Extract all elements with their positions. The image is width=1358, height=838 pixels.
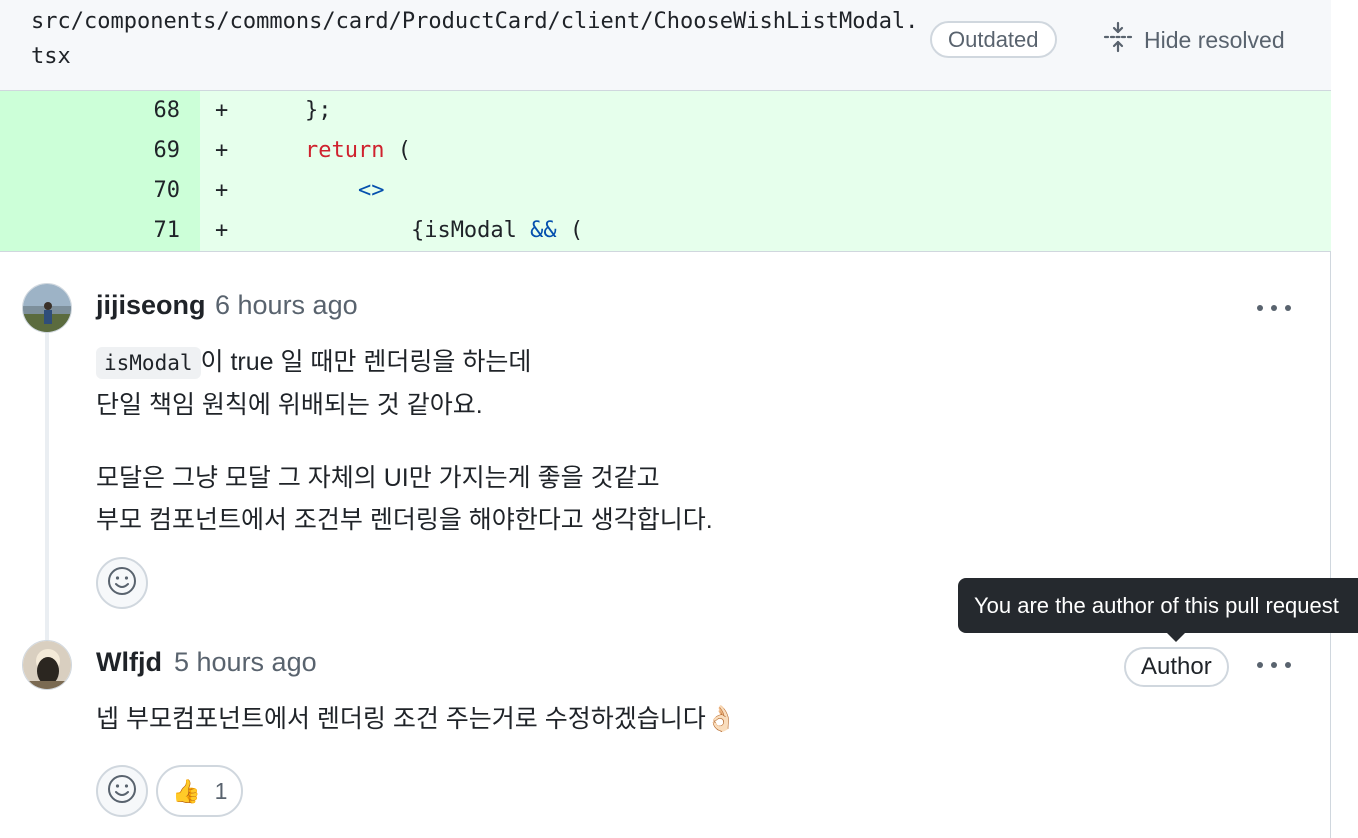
- reaction-count: 1: [214, 777, 228, 804]
- comment-timestamp[interactable]: 5 hours ago: [174, 647, 317, 678]
- code-line: + <>: [200, 171, 1331, 211]
- code-line: + {isModal && (: [200, 211, 1331, 251]
- comment-author[interactable]: jijiseong: [96, 290, 206, 321]
- line-number[interactable]: 71: [0, 211, 200, 251]
- diff-sign: +: [215, 98, 229, 123]
- code-text: {isModal: [410, 218, 531, 243]
- comment-author[interactable]: Wlfjd: [96, 647, 162, 678]
- line-number[interactable]: 70: [0, 171, 200, 211]
- diff-line: 68 + };: [0, 91, 1331, 131]
- thumbs-up-icon: 👍: [172, 777, 201, 804]
- thumbs-up-reaction[interactable]: 👍 1: [156, 765, 244, 817]
- diff-line: 71 + {isModal && (: [0, 211, 1331, 251]
- diff-sign: +: [215, 218, 229, 243]
- code-text: };: [304, 98, 332, 123]
- add-reaction-button[interactable]: [96, 557, 148, 609]
- comment-body: isModal 이 true 일 때만 렌더링을 하는데 단일 책임 원칙에 위배…: [96, 341, 713, 541]
- line-number[interactable]: 69: [0, 131, 200, 171]
- comment-paragraph: isModal 이 true 일 때만 렌더링을 하는데: [96, 341, 713, 384]
- author-tooltip: You are the author of this pull request: [958, 578, 1358, 633]
- code-keyword: return: [304, 138, 385, 163]
- comment-text: 단일 책임 원칙에 위배되는 것 같아요.: [96, 391, 483, 419]
- comment-text: 이 true 일 때만 렌더링을 하는데: [200, 348, 532, 376]
- code-text: (: [556, 218, 584, 243]
- code-line: + };: [200, 91, 1331, 131]
- diff-line: 69 + return (: [0, 131, 1331, 171]
- diff-hunk: 68 + }; 69 + return ( 70 + <> 71 + {isMo…: [0, 91, 1331, 252]
- diff-sign: +: [215, 138, 229, 163]
- avatar[interactable]: [22, 640, 72, 690]
- avatar[interactable]: [22, 283, 72, 333]
- diff-line: 70 + <>: [0, 171, 1331, 211]
- review-thread-panel: src/components/commons/card/ProductCard/…: [0, 0, 1331, 838]
- code-text: (: [384, 138, 411, 163]
- code-operator: <>: [357, 178, 385, 203]
- comment-timestamp[interactable]: 6 hours ago: [215, 290, 358, 321]
- kebab-horizontal-icon[interactable]: [1254, 293, 1294, 323]
- outdated-badge: Outdated: [930, 21, 1057, 58]
- file-header: src/components/commons/card/ProductCard/…: [0, 0, 1331, 91]
- inline-code: isModal: [96, 347, 201, 379]
- comment-text: 모달은 그냥 모달 그 자체의 UI만 가지는게 좋을 것같고: [96, 464, 660, 492]
- comment-text: 넵 부모컴포넌트에서 렌더링 조건 주는거로 수정하겠습니다👌🏻: [96, 705, 737, 733]
- kebab-horizontal-icon[interactable]: [1254, 650, 1294, 680]
- code-operator: &&: [530, 218, 557, 243]
- tooltip-arrow: [1166, 632, 1186, 642]
- comment-body: 넵 부모컴포넌트에서 렌더링 조건 주는거로 수정하겠습니다👌🏻: [96, 698, 737, 740]
- file-path[interactable]: src/components/commons/card/ProductCard/…: [31, 4, 921, 74]
- line-number[interactable]: 68: [0, 91, 200, 131]
- smiley-icon: [106, 565, 138, 602]
- add-reaction-button[interactable]: [96, 765, 148, 817]
- fold-icon: [1102, 21, 1134, 59]
- diff-sign: +: [215, 178, 229, 203]
- author-badge[interactable]: Author: [1124, 647, 1229, 687]
- hide-resolved-label: Hide resolved: [1144, 26, 1285, 53]
- thread-connector: [45, 330, 49, 640]
- comment-text: 부모 컴포넌트에서 조건부 렌더링을 해야한다고 생각합니다.: [96, 506, 713, 534]
- code-line: + return (: [200, 131, 1331, 171]
- smiley-icon: [106, 773, 138, 810]
- hide-resolved-button[interactable]: Hide resolved: [1102, 20, 1285, 60]
